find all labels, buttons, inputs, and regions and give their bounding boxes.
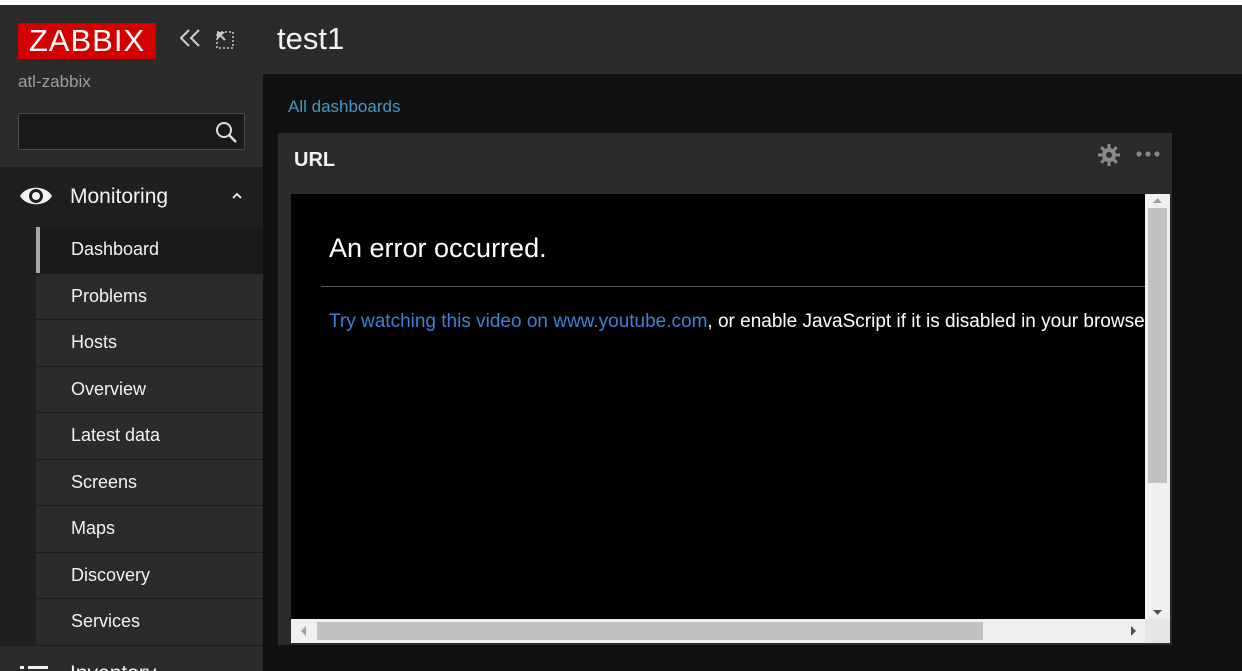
scroll-up-icon[interactable] (1145, 194, 1170, 206)
more-icon[interactable] (1135, 149, 1161, 159)
widget-title: URL (294, 149, 336, 171)
menu-item-maps[interactable]: Maps (36, 506, 263, 553)
scroll-left-icon[interactable] (297, 619, 311, 643)
gear-icon[interactable] (1098, 144, 1120, 166)
search-input[interactable] (19, 114, 209, 149)
server-name: atl-zabbix (18, 72, 91, 91)
page-header: test1 (263, 5, 1242, 74)
list-icon (20, 665, 48, 669)
kiosk-mode-icon (216, 31, 234, 49)
menu-item-problems[interactable]: Problems (36, 273, 263, 320)
menu-section-label: Monitoring (70, 185, 169, 208)
scrollbar-corner (1145, 619, 1170, 643)
error-message-rest: , or enable JavaScript if it is disabled… (707, 311, 1156, 332)
all-dashboards-link[interactable]: All dashboards (288, 97, 400, 117)
error-divider (321, 286, 1145, 287)
youtube-link[interactable]: Try watching this video on www.youtube.c… (329, 311, 707, 332)
menu-item-services[interactable]: Services (36, 599, 263, 646)
url-widget: URL An error occurred. Try watching this… (278, 133, 1172, 645)
menu-item-hosts[interactable]: Hosts (36, 320, 263, 367)
menu-item-latest-data[interactable]: Latest data (36, 413, 263, 460)
menu-item-screens[interactable]: Screens (36, 459, 263, 506)
menu-item-overview[interactable]: Overview (36, 366, 263, 413)
horizontal-scrollbar[interactable] (291, 619, 1170, 643)
error-message: Try watching this video on www.youtube.c… (329, 311, 1155, 333)
menu-item-discovery[interactable]: Discovery (36, 552, 263, 599)
horizontal-scroll-thumb[interactable] (317, 622, 983, 640)
search-icon[interactable] (214, 120, 238, 144)
eye-icon (20, 187, 52, 205)
sidebar-header: ZABBIX atl-zabbix (0, 5, 263, 167)
scroll-down-icon[interactable] (1145, 607, 1170, 619)
sidebar: ZABBIX atl-zabbix Monitoring Dashboard P… (0, 5, 263, 671)
error-title: An error occurred. (329, 233, 547, 263)
embedded-frame[interactable]: An error occurred. Try watching this vid… (291, 194, 1170, 643)
menu-section-inventory[interactable]: Inventory (0, 645, 263, 671)
monitoring-submenu: Dashboard Problems Hosts Overview Latest… (0, 227, 263, 646)
collapse-icon (179, 29, 200, 47)
zabbix-logo[interactable]: ZABBIX (18, 23, 156, 59)
collapse-sidebar-button[interactable] (178, 25, 204, 51)
page-title: test1 (277, 21, 345, 56)
vertical-scroll-thumb[interactable] (1148, 208, 1167, 483)
menu-section-label: Inventory (70, 662, 156, 671)
menu-section-monitoring[interactable]: Monitoring (0, 167, 263, 227)
vertical-scrollbar[interactable] (1145, 194, 1170, 619)
dashboard-content: All dashboards URL An error occurred. Tr… (263, 74, 1242, 671)
menu-item-dashboard[interactable]: Dashboard (36, 227, 263, 274)
chevron-up-icon (232, 192, 242, 199)
search-box (18, 113, 245, 150)
scroll-right-icon[interactable] (1126, 619, 1140, 643)
kiosk-mode-button[interactable] (214, 29, 236, 51)
main-menu: Monitoring Dashboard Problems Hosts Over… (0, 167, 263, 671)
